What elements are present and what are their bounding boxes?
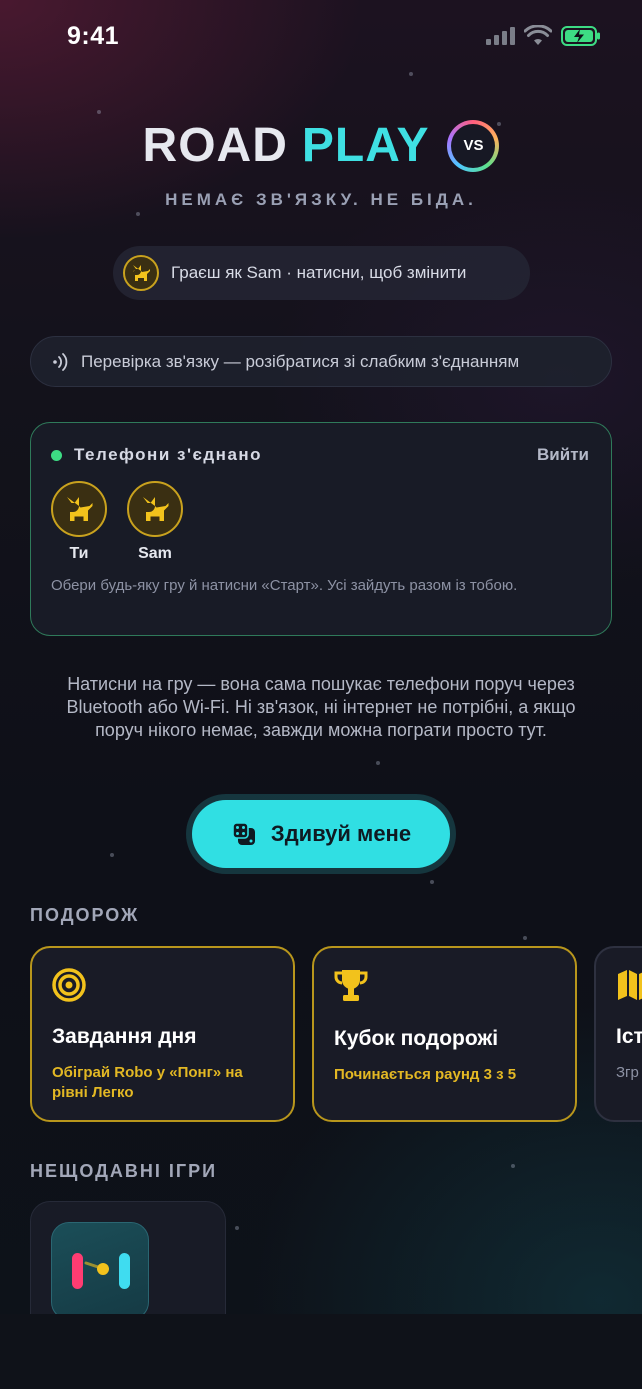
tagline: НЕМАЄ ЗВ'ЯЗКУ. НЕ БІДА. (165, 190, 477, 209)
cat-icon (51, 481, 107, 537)
daily-challenge-card[interactable]: Завдання дня Обіграй Robo у «Понг» на рі… (30, 946, 295, 1122)
connected-header: Телефони з'єднано (51, 445, 262, 465)
daily-challenge-title: Завдання дня (52, 1025, 197, 1048)
road-trip-cup-title: Кубок подорожі (334, 1027, 499, 1050)
trophy-icon (334, 970, 368, 1001)
decor-dot (376, 761, 380, 765)
vs-badge-label: VS (451, 123, 496, 168)
player-sam: Sam (127, 481, 183, 563)
road-trip-cup-card[interactable]: Кубок подорожі Починається раунд 3 з 5 (312, 946, 577, 1122)
journey-section-title: ПОДОРОЖ (30, 905, 140, 925)
connected-title: Телефони з'єднано (74, 445, 263, 464)
recent-game-card[interactable] (30, 1201, 226, 1320)
surprise-me-button[interactable]: Здивуй мене (192, 800, 450, 868)
status-bar: 9:41 (0, 0, 642, 74)
history-card-subtitle: Згр (616, 1064, 639, 1081)
connected-status-dot (51, 449, 62, 461)
signal-waves-icon (53, 352, 68, 371)
decor-dot (97, 110, 101, 114)
logo-word-road: ROAD (142, 119, 288, 172)
decor-dot (511, 1164, 515, 1168)
journey-cards: Завдання дня Обіграй Robo у «Понг» на рі… (30, 946, 642, 1122)
connection-check-text: Перевірка зв'язку — розібратися зі слабк… (81, 351, 520, 371)
player-pill-text: Граєш як Sam · натисни, щоб змінити (171, 263, 467, 282)
cat-icon (127, 481, 183, 537)
dice-icon (232, 822, 255, 845)
recent-games-title: НЕЩОДАВНІ ІГРИ (30, 1161, 218, 1181)
road-trip-cup-subtitle: Починається раунд 3 з 5 (334, 1066, 517, 1083)
how-it-works-text: Натисни на гру — вона сама пошукає телеф… (66, 674, 576, 740)
target-icon (52, 968, 86, 1002)
app-logo: ROAD PLAY VS (0, 118, 642, 173)
surprise-button-glow: Здивуй мене (186, 794, 456, 874)
surprise-me-label: Здивуй мене (270, 821, 412, 846)
decor-dot (110, 853, 114, 857)
status-time: 9:41 (67, 22, 120, 50)
history-card-title: Іст (616, 1025, 642, 1048)
pong-icon (51, 1222, 149, 1320)
battery-charging-icon (561, 26, 600, 46)
decor-dot (136, 212, 140, 216)
bottom-bar (0, 1314, 642, 1389)
wifi-icon (524, 25, 552, 45)
connection-check-button[interactable]: Перевірка зв'язку — розібратися зі слабк… (30, 336, 612, 387)
decor-dot (430, 880, 434, 884)
player-name: Sam (138, 545, 172, 562)
connected-phones-card: Телефони з'єднано Вийти Ти Sam Обери буд… (30, 422, 612, 636)
player-name: Ти (69, 545, 89, 562)
player-you: Ти (51, 481, 107, 563)
history-card[interactable]: Іст Згр (594, 946, 642, 1122)
daily-challenge-subtitle: Обіграй Robo у «Понг» на рівні Легко (52, 1064, 243, 1101)
vs-badge: VS (447, 119, 500, 172)
cat-icon (123, 255, 159, 291)
map-icon (618, 970, 642, 1000)
change-player-button[interactable]: Граєш як Sam · натисни, щоб змінити (113, 246, 530, 300)
cellular-signal-icon (486, 27, 515, 45)
decor-dot (235, 1226, 239, 1230)
player-avatars: Ти Sam (51, 481, 183, 563)
exit-button[interactable]: Вийти (537, 445, 589, 465)
decor-dot (523, 936, 527, 940)
logo-word-play: PLAY (301, 119, 430, 172)
connected-hint: Обери будь-яку гру й натисни «Старт». Ус… (51, 577, 518, 594)
